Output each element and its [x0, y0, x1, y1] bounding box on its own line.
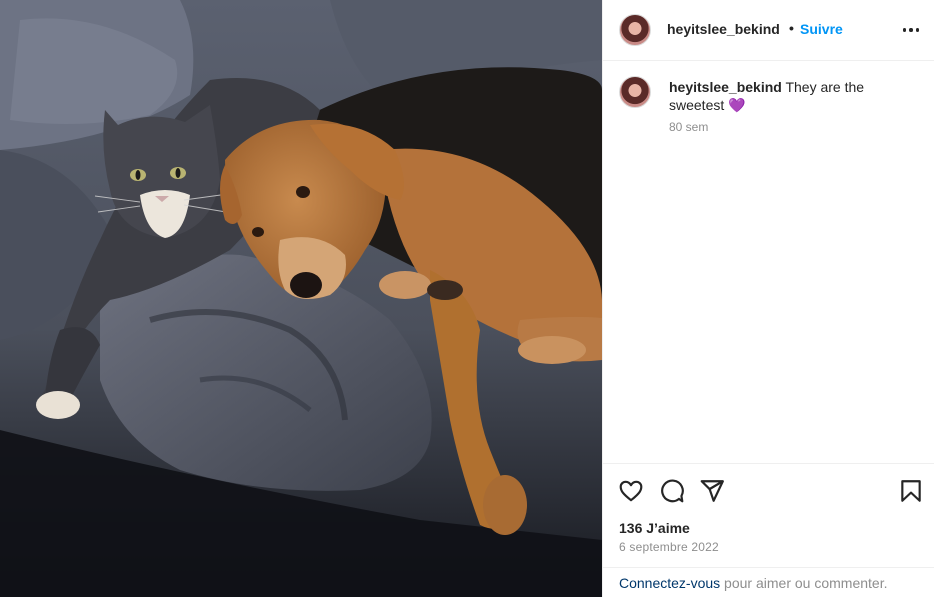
login-prompt: Connectez-vous pour aimer ou commenter. — [603, 567, 934, 597]
caption-text: heyitslee_bekind They are the sweetest 💜 — [669, 78, 919, 114]
likes-count[interactable]: 136 J’aime — [619, 520, 690, 536]
login-link[interactable]: Connectez-vous — [619, 575, 720, 591]
post-header: heyitslee_bekind • Suivre — [603, 0, 934, 61]
header-separator: • — [789, 20, 794, 36]
heart-outline-icon[interactable] — [618, 478, 644, 504]
photo-illustration — [0, 0, 602, 597]
more-dots-icon — [902, 28, 907, 32]
caption-avatar[interactable] — [619, 76, 651, 108]
bookmark-icon[interactable] — [898, 478, 924, 504]
caption-username[interactable]: heyitslee_bekind — [669, 79, 782, 95]
post-date[interactable]: 6 septembre 2022 — [619, 540, 719, 554]
more-dots-icon — [915, 28, 920, 32]
more-dots-icon — [909, 28, 913, 32]
caption-timestamp[interactable]: 80 sem — [669, 120, 708, 134]
more-options-button[interactable] — [899, 18, 923, 42]
post-side-panel: heyitslee_bekind • Suivre heyitslee_beki… — [602, 0, 934, 597]
author-avatar[interactable] — [619, 14, 651, 46]
purple-heart-emoji: 💜 — [728, 97, 746, 113]
paper-plane-icon[interactable] — [699, 478, 725, 504]
login-prompt-text: pour aimer ou commenter. — [720, 575, 888, 591]
post-photo[interactable] — [0, 0, 602, 597]
author-username[interactable]: heyitslee_bekind — [667, 21, 780, 37]
follow-button[interactable]: Suivre — [800, 21, 843, 37]
comment-bubble-icon[interactable] — [659, 478, 685, 504]
post-actions: 136 J’aime 6 septembre 2022 — [603, 463, 934, 567]
